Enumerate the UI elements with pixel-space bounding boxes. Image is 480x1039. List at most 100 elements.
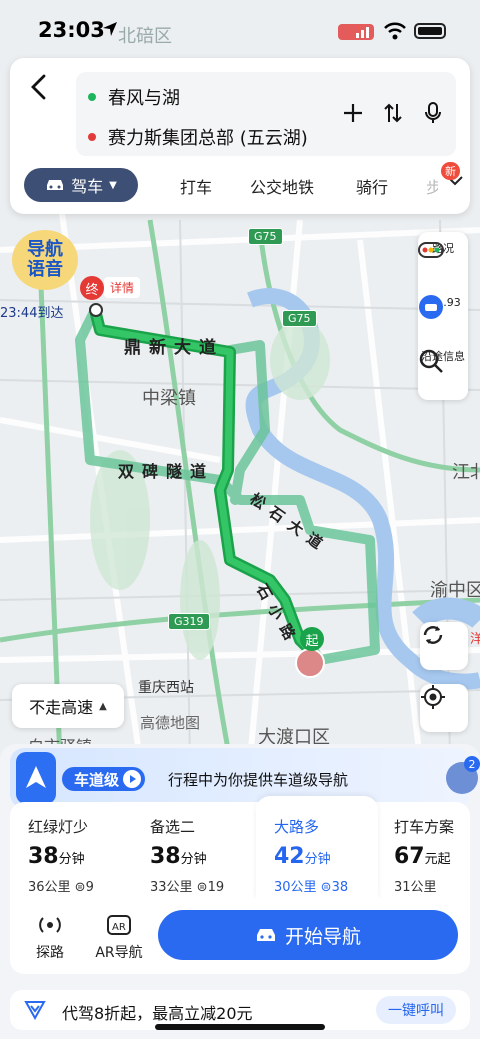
chevron-down-icon: ▼ bbox=[109, 179, 117, 191]
map-label-dingxin: 鼎新大道 bbox=[124, 338, 224, 358]
location-arrow-icon bbox=[103, 22, 117, 36]
plan-info: 30公里 ⊜38 bbox=[274, 880, 349, 895]
locate-icon bbox=[421, 685, 445, 709]
g75-badge-2: G75 bbox=[282, 310, 317, 327]
tab-drive[interactable]: 驾车 ▼ bbox=[24, 168, 138, 202]
promo-text: 代驾8折起，最高立减20元 bbox=[62, 1004, 253, 1023]
locate-button[interactable] bbox=[420, 684, 468, 732]
map-label-edge: 洋 bbox=[470, 632, 480, 647]
avatar-count-badge: 2 bbox=[464, 756, 480, 772]
car-icon bbox=[256, 929, 275, 941]
map-label-gaode: 高德地图 bbox=[140, 714, 201, 732]
map-label-chongqing-west: 重庆西站 bbox=[138, 680, 194, 696]
plan-name: 备选二 bbox=[150, 818, 196, 836]
search-icon bbox=[419, 349, 443, 373]
clock: 23:03 bbox=[38, 18, 105, 42]
end-point[interactable]: 赛力斯集团总部 (五云湖) bbox=[88, 124, 308, 150]
lane-nav-banner[interactable]: 车道级 行程中为你提供车道级导航 2 bbox=[10, 748, 480, 808]
wifi-icon bbox=[384, 22, 406, 40]
arrive-time: 23:44到达 bbox=[0, 306, 64, 321]
start-pin[interactable]: 起 bbox=[300, 627, 324, 651]
end-point-label: 赛力斯集团总部 (五云湖) bbox=[108, 128, 308, 149]
plan-option[interactable]: 备选二 38分钟 33公里 ⊜19 bbox=[132, 802, 252, 898]
map-label-zhongliang: 中梁镇 bbox=[142, 388, 196, 409]
tab-walk[interactable]: 步 bbox=[426, 174, 438, 198]
start-dot bbox=[88, 93, 96, 101]
ar-icon: AR bbox=[107, 915, 131, 935]
tab-bike[interactable]: 骑行 bbox=[356, 174, 388, 198]
start-point-label: 春风与湖 bbox=[108, 88, 180, 109]
refresh-icon bbox=[423, 626, 443, 644]
g319-badge: G319 bbox=[168, 613, 210, 630]
avoid-highway-select[interactable]: 不走高速 ▲ bbox=[12, 684, 124, 728]
plan-time: 67元起 bbox=[394, 844, 451, 869]
plan-info: 31公里 bbox=[394, 880, 437, 895]
voice-badge-line1: 导航 bbox=[27, 239, 63, 260]
lane-logo-icon bbox=[16, 752, 56, 804]
plan-info: 36公里 ⊜9 bbox=[28, 880, 94, 895]
start-navigation-label: 开始导航 bbox=[284, 925, 361, 948]
status-bar: 23:03 bbox=[0, 0, 480, 58]
ar-nav-button[interactable]: AR AR导航 bbox=[86, 912, 152, 962]
battery-icon bbox=[414, 23, 446, 39]
bottom-sheet: 车道级 行程中为你提供车道级导航 2 红绿灯少 38分钟 36公里 ⊜9 备选二… bbox=[0, 744, 480, 1039]
add-waypoint-button[interactable] bbox=[340, 100, 366, 126]
plan-name: 红绿灯少 bbox=[28, 818, 89, 836]
nav-voice-badge[interactable]: 导航 语音 bbox=[12, 230, 78, 290]
start-point[interactable]: 春风与湖 bbox=[88, 84, 180, 110]
ar-label: AR导航 bbox=[95, 945, 143, 961]
plus-icon bbox=[344, 104, 362, 122]
new-badge: 新 bbox=[441, 162, 460, 180]
tab-transit[interactable]: 公交地铁 bbox=[250, 174, 314, 198]
plan-option[interactable]: 红绿灯少 38分钟 36公里 ⊜9 bbox=[10, 802, 130, 898]
caret-up-icon: ▲ bbox=[99, 700, 107, 712]
home-indicator bbox=[155, 1024, 325, 1030]
swap-button[interactable] bbox=[380, 100, 406, 126]
voice-input-button[interactable] bbox=[420, 100, 446, 126]
microphone-icon bbox=[425, 102, 441, 123]
explore-label: 探路 bbox=[36, 945, 64, 961]
map-label-jiangbei: 江北 bbox=[452, 462, 480, 483]
play-icon bbox=[123, 770, 142, 788]
end-dot bbox=[88, 133, 96, 141]
start-navigation-button[interactable]: 开始导航 bbox=[158, 910, 458, 960]
end-pin[interactable]: 终 bbox=[80, 276, 104, 300]
map-side-panel: 路况 渝...93 沿途信息 bbox=[418, 232, 468, 400]
travel-mode-tabs: 驾车 ▼ 打车 公交地铁 骑行 步 新 bbox=[24, 162, 464, 204]
traffic-icon bbox=[418, 242, 444, 258]
plan-option-taxi[interactable]: 打车方案 67元起 31公里 bbox=[376, 802, 480, 898]
svg-text:AR: AR bbox=[112, 922, 126, 933]
signal-icon bbox=[338, 24, 374, 40]
plan-time: 38分钟 bbox=[28, 844, 85, 869]
lane-description: 行程中为你提供车道级导航 bbox=[168, 771, 349, 789]
one-tap-call-button[interactable]: 一键呼叫 bbox=[376, 996, 456, 1024]
tab-taxi[interactable]: 打车 bbox=[180, 174, 212, 198]
radar-icon bbox=[39, 917, 61, 933]
tab-drive-label: 驾车 bbox=[71, 177, 104, 196]
plan-name: 打车方案 bbox=[394, 818, 455, 836]
plate-setting[interactable]: 渝...93 bbox=[418, 294, 468, 319]
action-bar: 探路 AR AR导航 开始导航 bbox=[10, 898, 470, 974]
plan-option-selected[interactable]: 大路多 42分钟 30公里 ⊜38 bbox=[256, 802, 376, 898]
g75-badge: G75 bbox=[248, 228, 283, 245]
plan-time: 42分钟 bbox=[274, 844, 331, 869]
swap-icon bbox=[384, 103, 402, 123]
detail-link[interactable]: 详情 bbox=[104, 277, 141, 298]
explore-button[interactable]: 探路 bbox=[20, 912, 80, 962]
route-points: 春风与湖 赛力斯集团总部 (五云湖) bbox=[76, 72, 456, 156]
avoid-highway-label: 不走高速 bbox=[29, 698, 94, 717]
back-arrow-icon[interactable] bbox=[24, 72, 54, 102]
car-icon bbox=[47, 180, 64, 190]
refresh-route-button[interactable] bbox=[420, 622, 468, 670]
lane-pill-label: 车道级 bbox=[74, 770, 120, 789]
chauffeur-icon bbox=[24, 1001, 46, 1020]
lane-level-pill[interactable]: 车道级 bbox=[62, 767, 146, 791]
along-info[interactable]: 沿途信息 bbox=[418, 348, 468, 373]
traffic-toggle[interactable]: 路况 bbox=[418, 240, 468, 258]
map-label-yuzhong: 渝中区 bbox=[430, 580, 480, 601]
voice-badge-line2: 语音 bbox=[27, 259, 63, 280]
route-card: 春风与湖 赛力斯集团总部 (五云湖) 驾车 ▼ 打车 公交地铁 骑行 步 新 bbox=[10, 58, 470, 214]
map-label-shuangbei: 双碑隧道 bbox=[118, 462, 215, 481]
plan-time: 38分钟 bbox=[150, 844, 207, 869]
plan-name: 大路多 bbox=[274, 818, 320, 836]
